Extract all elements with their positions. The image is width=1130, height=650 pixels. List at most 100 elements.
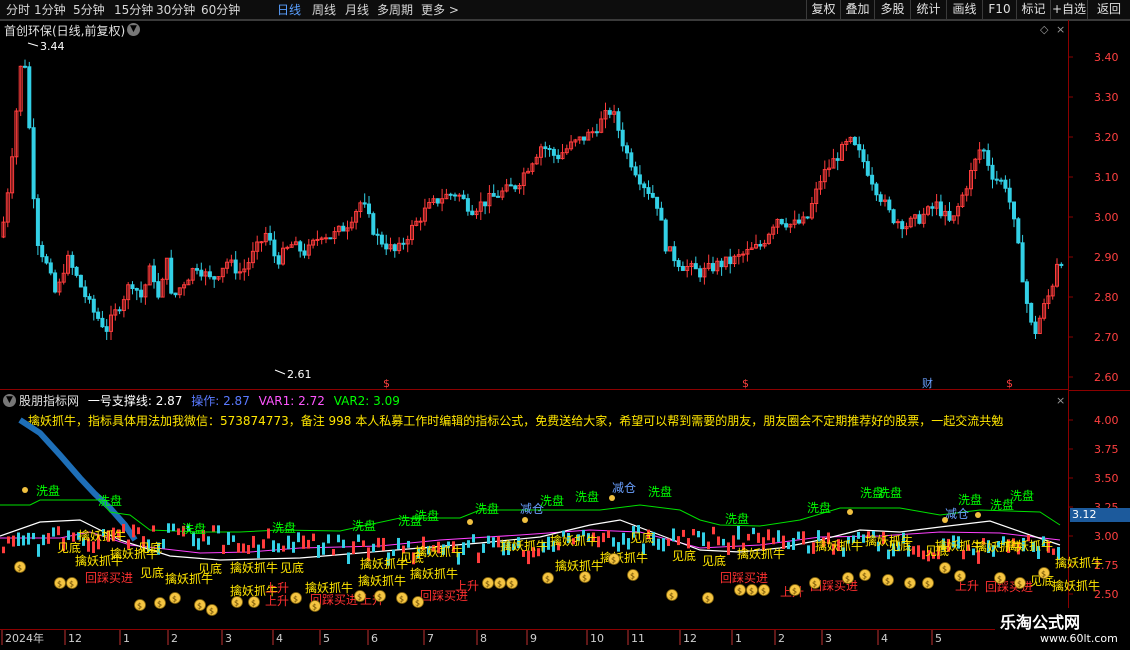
figure-icon bbox=[975, 512, 981, 518]
label-catch: 擒妖抓牛 bbox=[1005, 538, 1053, 553]
money-bag-symbol: $ bbox=[907, 580, 912, 589]
candle-body bbox=[465, 198, 470, 212]
money-bag-symbol: $ bbox=[611, 556, 616, 565]
candle-body bbox=[341, 225, 346, 232]
candle-body bbox=[384, 243, 389, 250]
ind-y-tick-label: 3.75 bbox=[1094, 443, 1119, 456]
label-bottom: 见底 bbox=[138, 540, 162, 555]
candle-body bbox=[375, 233, 380, 236]
ind-candle bbox=[332, 549, 335, 556]
label-catch: 擒妖抓牛 bbox=[410, 566, 458, 581]
time-label: 5 bbox=[323, 632, 330, 645]
time-label: 4 bbox=[881, 632, 888, 645]
ind-candle bbox=[717, 536, 720, 546]
ind-candle bbox=[197, 538, 200, 550]
time-label: 1 bbox=[735, 632, 742, 645]
money-bag-symbol: $ bbox=[251, 599, 256, 608]
label-catch: 擒妖抓牛 bbox=[550, 533, 598, 548]
candle-body bbox=[556, 154, 561, 160]
candle-body bbox=[590, 131, 595, 134]
candle-body bbox=[891, 209, 896, 224]
label-catch: 擒妖抓牛 bbox=[555, 558, 603, 573]
ind-candle bbox=[467, 540, 470, 548]
candle-body bbox=[1033, 321, 1038, 335]
ind-candle bbox=[492, 537, 495, 548]
ind-candle bbox=[132, 524, 135, 538]
ind-candle bbox=[237, 543, 240, 553]
candle-body bbox=[741, 253, 746, 256]
money-bag-symbol: $ bbox=[209, 607, 214, 616]
ind-candle bbox=[677, 536, 680, 546]
label-catch: 擒妖抓牛 bbox=[78, 528, 126, 543]
figure-icon bbox=[609, 495, 615, 501]
chart-canvas: 3.40 3.30 3.20 3.10 3.00 2.90 2.80 2.70 2.60 4.00… bbox=[0, 20, 1130, 645]
money-bag-symbol: $ bbox=[737, 587, 742, 596]
trend-band bbox=[18, 417, 138, 542]
ind-candle bbox=[67, 530, 70, 540]
time-label: 12 bbox=[683, 632, 697, 645]
candle-body bbox=[508, 184, 513, 187]
ind-candle bbox=[7, 536, 10, 544]
candle-body bbox=[620, 129, 625, 147]
money-bag-symbol: $ bbox=[957, 573, 962, 582]
candle-body bbox=[91, 298, 96, 313]
label-wash: 洗盘 bbox=[575, 489, 599, 504]
ind-candle bbox=[362, 540, 365, 548]
money-bag-symbol: $ bbox=[485, 580, 490, 589]
label-bottom: 见底 bbox=[702, 553, 726, 568]
ind-candle bbox=[692, 528, 695, 536]
candle-body bbox=[642, 183, 647, 189]
ind-candle bbox=[207, 536, 210, 545]
label-buy: 回踩买进 bbox=[85, 571, 133, 585]
ind-candle bbox=[622, 532, 625, 545]
candle-body bbox=[285, 246, 290, 249]
high-label: 3.44 bbox=[40, 40, 65, 53]
label-bottom: 见底 bbox=[57, 540, 81, 555]
ind-candle bbox=[317, 545, 320, 558]
ind-candle bbox=[802, 531, 805, 545]
label-bottom: 见底 bbox=[630, 530, 654, 545]
candle-body bbox=[852, 136, 857, 146]
candle-body bbox=[895, 221, 900, 224]
ind-candle bbox=[702, 532, 705, 547]
ind-candle bbox=[37, 544, 40, 557]
candle-body bbox=[195, 268, 199, 271]
label-wash: 洗盘 bbox=[415, 508, 439, 523]
ind-candle bbox=[162, 539, 165, 549]
ind-candle bbox=[52, 527, 55, 537]
candle-body bbox=[857, 144, 862, 151]
label-wash: 洗盘 bbox=[958, 492, 982, 507]
figure-icon bbox=[467, 519, 473, 525]
money-bag-symbol: $ bbox=[69, 580, 74, 589]
candle-body bbox=[70, 254, 75, 268]
candle-body bbox=[31, 127, 36, 200]
ind-candle bbox=[267, 528, 270, 539]
money-bag-symbol: $ bbox=[749, 587, 754, 596]
candle-body bbox=[1007, 187, 1012, 203]
candle-body bbox=[470, 210, 475, 216]
candle-body bbox=[680, 265, 685, 271]
candle-body bbox=[676, 260, 681, 267]
time-label: 2 bbox=[778, 632, 785, 645]
figure-icon bbox=[942, 517, 948, 523]
candle-body bbox=[698, 268, 703, 278]
candle-body bbox=[27, 66, 32, 129]
candle-body bbox=[887, 199, 892, 211]
candle-body bbox=[1024, 281, 1029, 304]
candle-body bbox=[169, 257, 174, 294]
money-bag-symbol: $ bbox=[1041, 570, 1046, 579]
candle-body bbox=[543, 146, 548, 150]
candle-body bbox=[805, 216, 810, 219]
candle-body bbox=[1003, 179, 1008, 189]
y-tick-label: 2.70 bbox=[1094, 331, 1119, 344]
ind-candle bbox=[342, 539, 345, 548]
label-wash: 洗盘 bbox=[648, 484, 672, 499]
candle-body bbox=[259, 241, 264, 244]
ind-candle bbox=[687, 538, 690, 549]
ind-candle bbox=[337, 534, 340, 543]
ind-candle bbox=[57, 526, 60, 536]
candle-body bbox=[655, 196, 660, 209]
candle-body bbox=[233, 259, 238, 274]
low-pointer bbox=[274, 369, 286, 375]
candle-body bbox=[900, 221, 905, 230]
